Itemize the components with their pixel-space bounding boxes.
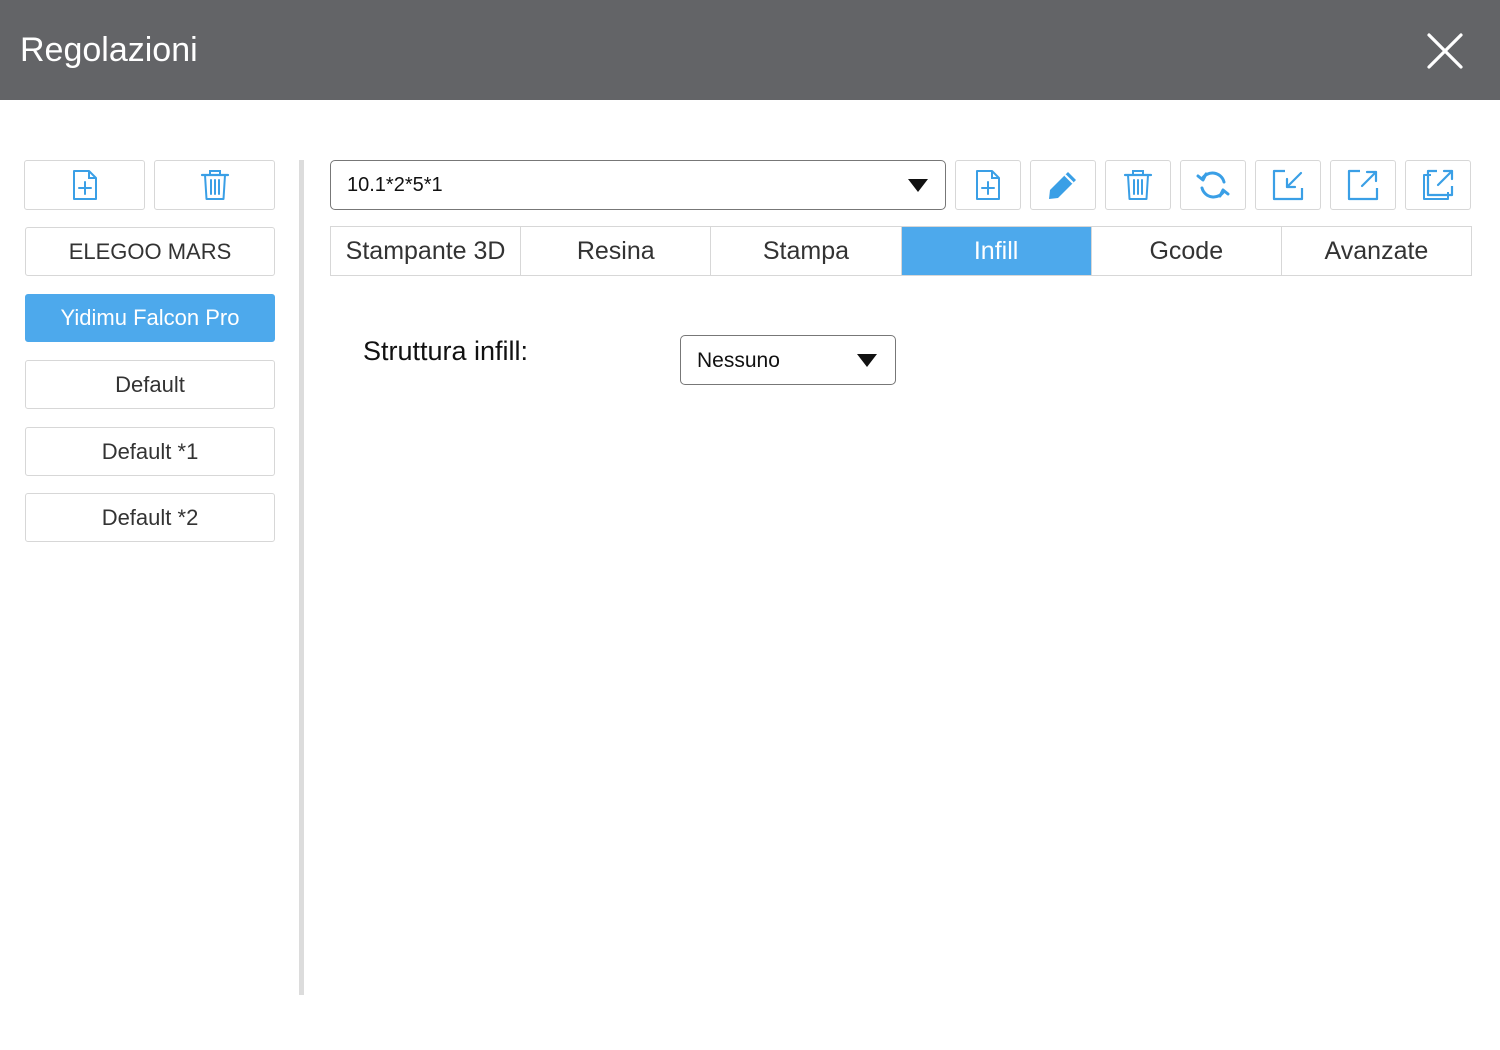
import-profile-button[interactable] [1255, 160, 1321, 210]
import-icon [1271, 168, 1305, 202]
title-bar: Regolazioni [0, 0, 1500, 100]
settings-tabs: Stampante 3D Resina Stampa Infill Gcode … [330, 226, 1472, 276]
tab-infill[interactable]: Infill [901, 227, 1092, 275]
refresh-icon [1196, 168, 1230, 202]
close-icon [1420, 26, 1470, 76]
panel-divider [299, 160, 304, 995]
sidebar-item-label: Default *2 [101, 504, 199, 530]
refresh-profile-button[interactable] [1180, 160, 1246, 210]
infill-structure-select[interactable]: Nessuno [680, 335, 896, 385]
chevron-down-icon [908, 179, 928, 192]
export-all-icon [1421, 168, 1455, 202]
sidebar-item-label: ELEGOO MARS [68, 238, 232, 264]
sidebar-item-default-2[interactable]: Default *2 [25, 493, 275, 542]
tab-gcode[interactable]: Gcode [1092, 227, 1282, 275]
delete-profile-button[interactable] [1105, 160, 1171, 210]
profile-select-value: 10.1*2*5*1 [347, 174, 443, 196]
tab-avanzate[interactable]: Avanzate [1282, 227, 1471, 275]
tab-label: Resina [576, 236, 655, 265]
sidebar-item-label: Default [115, 371, 185, 397]
sidebar-item-default-1[interactable]: Default *1 [25, 427, 275, 476]
tab-label: Gcode [1149, 236, 1224, 265]
profile-select[interactable]: 10.1*2*5*1 [330, 160, 946, 210]
chevron-down-icon [857, 354, 877, 367]
export-icon [1346, 168, 1380, 202]
sidebar-item-label: Default *1 [101, 438, 199, 464]
export-all-profiles-button[interactable] [1405, 160, 1471, 210]
delete-printer-button[interactable] [154, 160, 275, 210]
add-printer-button[interactable] [24, 160, 145, 210]
tab-stampante-3d[interactable]: Stampante 3D [331, 227, 522, 275]
rename-profile-button[interactable] [1030, 160, 1096, 210]
infill-structure-label: Struttura infill: [363, 336, 529, 366]
new-profile-button[interactable] [955, 160, 1021, 210]
sidebar-item-default[interactable]: Default [25, 360, 275, 409]
close-button[interactable] [1420, 26, 1470, 76]
tab-label: Infill [973, 236, 1019, 265]
sidebar-item-elegoo-mars[interactable]: ELEGOO MARS [25, 227, 275, 276]
tab-stampa[interactable]: Stampa [711, 227, 902, 275]
infill-structure-value: Nessuno [697, 349, 780, 372]
sidebar-item-yidimu-falcon-pro[interactable]: Yidimu Falcon Pro [25, 294, 275, 342]
file-plus-icon [974, 169, 1002, 201]
trash-icon [200, 169, 230, 201]
tab-label: Stampa [762, 236, 850, 265]
tab-label: Stampante 3D [345, 236, 506, 265]
sidebar-item-label: Yidimu Falcon Pro [60, 305, 240, 330]
tab-resina[interactable]: Resina [521, 227, 712, 275]
export-profile-button[interactable] [1330, 160, 1396, 210]
tab-label: Avanzate [1324, 236, 1429, 265]
file-plus-icon [71, 169, 99, 201]
pencil-icon [1046, 168, 1080, 202]
window-title: Regolazioni [20, 31, 198, 69]
trash-icon [1123, 169, 1153, 201]
